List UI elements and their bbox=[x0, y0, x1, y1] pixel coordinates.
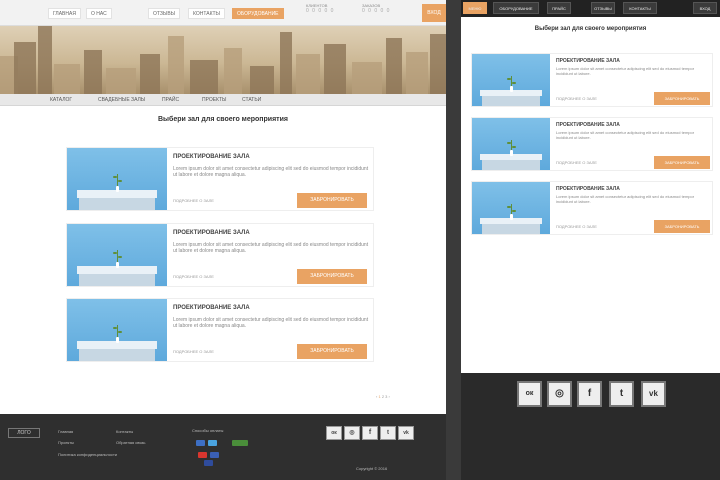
subnav-price[interactable]: ПРАЙС bbox=[162, 97, 179, 103]
nav-link-about[interactable]: О НАС bbox=[86, 8, 112, 19]
card-title: ПРОЕКТИРОВАНИЕ ЗАЛА bbox=[556, 58, 620, 64]
card-title: ПРОЕКТИРОВАНИЕ ЗАЛА bbox=[173, 154, 250, 160]
footer-link-feedback[interactable]: Обратная связь bbox=[116, 440, 145, 445]
card-more-link[interactable]: ПОДРОБНЕЕ О ЗАЛЕ bbox=[173, 349, 214, 354]
orders-counter: ЗАКАЗОВ 0 0 0 0 0 bbox=[362, 3, 410, 22]
card-description: Lorem ipsum dolor sit amet consectetur a… bbox=[556, 66, 695, 76]
mobile-tab-contacts[interactable]: КОНТАКТЫ bbox=[623, 2, 657, 14]
top-navigation: ГЛАВНАЯ О НАС ОТЗЫВЫ КОНТАКТЫ ОБОРУДОВАН… bbox=[0, 0, 446, 26]
subnav-wedding-halls[interactable]: СВАДЕБНЫЕ ЗАЛЫ bbox=[98, 97, 145, 103]
maestro-icon bbox=[210, 452, 219, 458]
pagination: ‹ 1 2 3 › bbox=[376, 394, 390, 399]
mastercard-icon bbox=[198, 452, 207, 458]
hall-card: ПРОЕКТИРОВАНИЕ ЗАЛА Lorem ipsum dolor si… bbox=[66, 223, 374, 287]
login-button[interactable]: ВХОД bbox=[422, 4, 446, 22]
card-title: ПРОЕКТИРОВАНИЕ ЗАЛА bbox=[173, 230, 250, 236]
card-description: Lorem ipsum dolor sit amet consectetur a… bbox=[173, 317, 369, 329]
mobile-section-title: Выбери зал для своего мероприятия bbox=[534, 26, 647, 32]
footer-link-privacy[interactable]: Политика конфиденциальности bbox=[58, 452, 117, 457]
mobile-mockup: Выбери зал для своего мероприятия ПРОЕКТ… bbox=[461, 17, 720, 373]
mobile-tab-menu[interactable]: МЕНЮ bbox=[463, 2, 487, 14]
footer-link-home[interactable]: Главная bbox=[58, 429, 73, 434]
sub-navigation: КАТАЛОГ СВАДЕБНЫЕ ЗАЛЫ ПРАЙС ПРОЕКТЫ СТА… bbox=[0, 94, 446, 106]
odnoklassniki-icon[interactable]: ок bbox=[326, 426, 342, 440]
vk-icon[interactable]: vk bbox=[398, 426, 414, 440]
hall-card: ПРОЕКТИРОВАНИЕ ЗАЛА Lorem ipsum dolor si… bbox=[66, 147, 374, 211]
book-button[interactable]: ЗАБРОНИРОВАТЬ bbox=[297, 193, 367, 208]
book-button[interactable]: ЗАБРОНИРОВАТЬ bbox=[297, 344, 367, 359]
mobile-footer: ок ◎ f t vk bbox=[461, 373, 720, 480]
book-button[interactable]: ЗАБРОНИРОВАТЬ bbox=[654, 156, 710, 169]
mobile-tab-reviews[interactable]: ОТЗЫВЫ bbox=[591, 2, 615, 14]
clients-counter: КЛИЕНТОВ 0 0 0 0 0 bbox=[306, 3, 354, 22]
instagram-icon[interactable]: ◎ bbox=[344, 426, 360, 440]
subnav-catalog[interactable]: КАТАЛОГ bbox=[50, 97, 72, 103]
subnav-articles[interactable]: СТАТЬИ bbox=[242, 97, 261, 103]
hall-thumbnail bbox=[67, 299, 167, 361]
hall-card: ПРОЕКТИРОВАНИЕ ЗАЛА Lorem ipsum dolor si… bbox=[66, 298, 374, 362]
card-description: Lorem ipsum dolor sit amet consectetur a… bbox=[556, 194, 695, 204]
mobile-top-bar: МЕНЮ ОБОРУДОВАНИЕ ПРАЙС ОТЗЫВЫ КОНТАКТЫ … bbox=[461, 0, 720, 17]
odnoklassniki-icon[interactable]: ок bbox=[517, 381, 542, 407]
card-description: Lorem ipsum dolor sit amet consectetur a… bbox=[173, 242, 369, 254]
book-button[interactable]: ЗАБРОНИРОВАТЬ bbox=[654, 92, 710, 105]
footer-logo[interactable]: ЛОГО bbox=[8, 428, 40, 438]
copyright: Copyright © 2016 bbox=[356, 466, 388, 471]
card-more-link[interactable]: ПОДРОБНЕЕ О ЗАЛЕ bbox=[173, 274, 214, 279]
twitter-icon[interactable]: t bbox=[609, 381, 634, 407]
facebook-icon[interactable]: f bbox=[362, 426, 378, 440]
payment-icon bbox=[232, 440, 248, 446]
mobile-hall-card: ПРОЕКТИРОВАНИЕ ЗАЛА Lorem ipsum dolor si… bbox=[471, 181, 713, 235]
subnav-projects[interactable]: ПРОЕКТЫ bbox=[202, 97, 226, 103]
hall-thumbnail bbox=[472, 54, 550, 106]
footer-link-projects[interactable]: Проекты bbox=[58, 440, 74, 445]
hall-thumbnail bbox=[67, 224, 167, 286]
payment-title: Способы оплаты bbox=[192, 428, 224, 433]
card-more-link[interactable]: ПОДРОБНЕЕ О ЗАЛЕ bbox=[556, 96, 597, 101]
card-more-link[interactable]: ПОДРОБНЕЕ О ЗАЛЕ bbox=[556, 224, 597, 229]
hall-thumbnail bbox=[67, 148, 167, 210]
instagram-icon[interactable]: ◎ bbox=[547, 381, 572, 407]
mobile-tab-price[interactable]: ПРАЙС bbox=[547, 2, 571, 14]
book-button[interactable]: ЗАБРОНИРОВАТЬ bbox=[654, 220, 710, 233]
hero-city-image bbox=[0, 26, 446, 94]
nav-link-reviews[interactable]: ОТЗЫВЫ bbox=[148, 8, 181, 19]
card-description: Lorem ipsum dolor sit amet consectetur a… bbox=[556, 130, 695, 140]
hall-thumbnail bbox=[472, 118, 550, 170]
twitter-icon[interactable]: t bbox=[380, 426, 396, 440]
section-title: Выбери зал для своего мероприятия bbox=[157, 116, 288, 123]
card-title: ПРОЕКТИРОВАНИЕ ЗАЛА bbox=[556, 122, 620, 128]
mobile-tab-equipment[interactable]: ОБОРУДОВАНИЕ bbox=[493, 2, 539, 14]
counter-value: 0 0 0 0 0 bbox=[362, 8, 391, 14]
mobile-hall-card: ПРОЕКТИРОВАНИЕ ЗАЛА Lorem ipsum dolor si… bbox=[471, 117, 713, 171]
mobile-hall-card: ПРОЕКТИРОВАНИЕ ЗАЛА Lorem ipsum dolor si… bbox=[471, 53, 713, 107]
visa-icon bbox=[196, 440, 205, 446]
card-more-link[interactable]: ПОДРОБНЕЕ О ЗАЛЕ bbox=[556, 160, 597, 165]
card-title: ПРОЕКТИРОВАНИЕ ЗАЛА bbox=[173, 305, 250, 311]
nav-link-home[interactable]: ГЛАВНАЯ bbox=[48, 8, 81, 19]
counter-value: 0 0 0 0 0 bbox=[306, 8, 335, 14]
book-button[interactable]: ЗАБРОНИРОВАТЬ bbox=[297, 269, 367, 284]
vk-icon[interactable]: vk bbox=[641, 381, 666, 407]
nav-link-equipment[interactable]: ОБОРУДОВАНИЕ bbox=[232, 8, 284, 19]
hall-thumbnail bbox=[472, 182, 550, 234]
footer-link-contacts[interactable]: Контакты bbox=[116, 429, 133, 434]
nav-link-contacts[interactable]: КОНТАКТЫ bbox=[188, 8, 225, 19]
card-description: Lorem ipsum dolor sit amet consectetur a… bbox=[173, 166, 369, 178]
pager-rest[interactable]: 2 3 › bbox=[382, 394, 390, 399]
desktop-footer: ЛОГО Главная Проекты Политика конфиденци… bbox=[0, 414, 446, 480]
desktop-mockup: ГЛАВНАЯ О НАС ОТЗЫВЫ КОНТАКТЫ ОБОРУДОВАН… bbox=[0, 0, 446, 480]
visa-icon bbox=[204, 460, 213, 466]
card-more-link[interactable]: ПОДРОБНЕЕ О ЗАЛЕ bbox=[173, 198, 214, 203]
mobile-tab-login[interactable]: ВХОД bbox=[693, 2, 717, 14]
pager-current[interactable]: 1 bbox=[378, 394, 380, 399]
card-title: ПРОЕКТИРОВАНИЕ ЗАЛА bbox=[556, 186, 620, 192]
facebook-icon[interactable]: f bbox=[577, 381, 602, 407]
payment-icon bbox=[208, 440, 217, 446]
